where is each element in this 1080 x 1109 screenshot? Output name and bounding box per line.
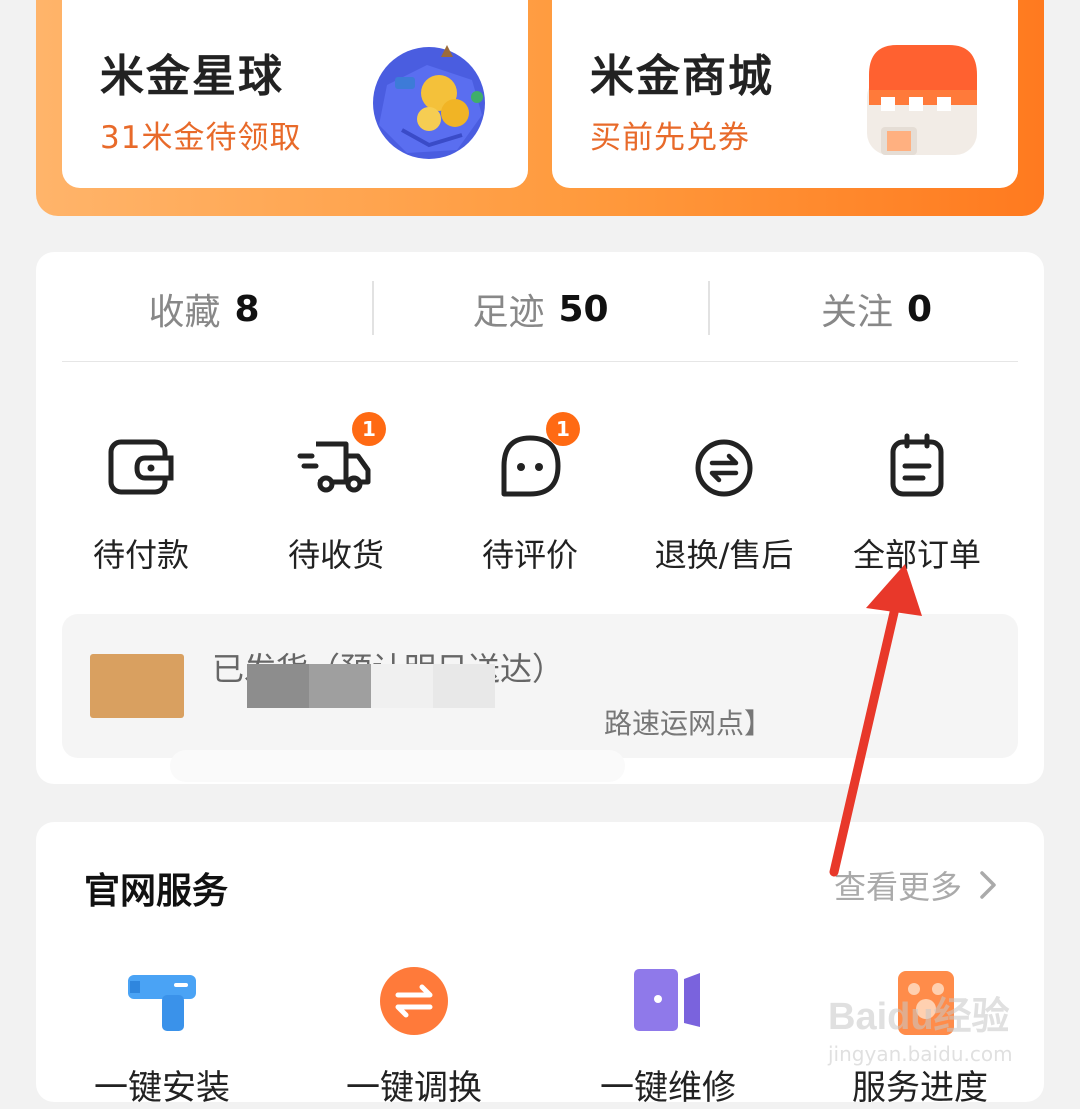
annotation-arrow	[829, 564, 922, 877]
watermark: Baidu经验 jingyan.baidu.com	[828, 985, 1013, 1066]
watermark-url: jingyan.baidu.com	[828, 1042, 1013, 1066]
watermark-brand: Baidu经验	[828, 996, 1010, 1038]
